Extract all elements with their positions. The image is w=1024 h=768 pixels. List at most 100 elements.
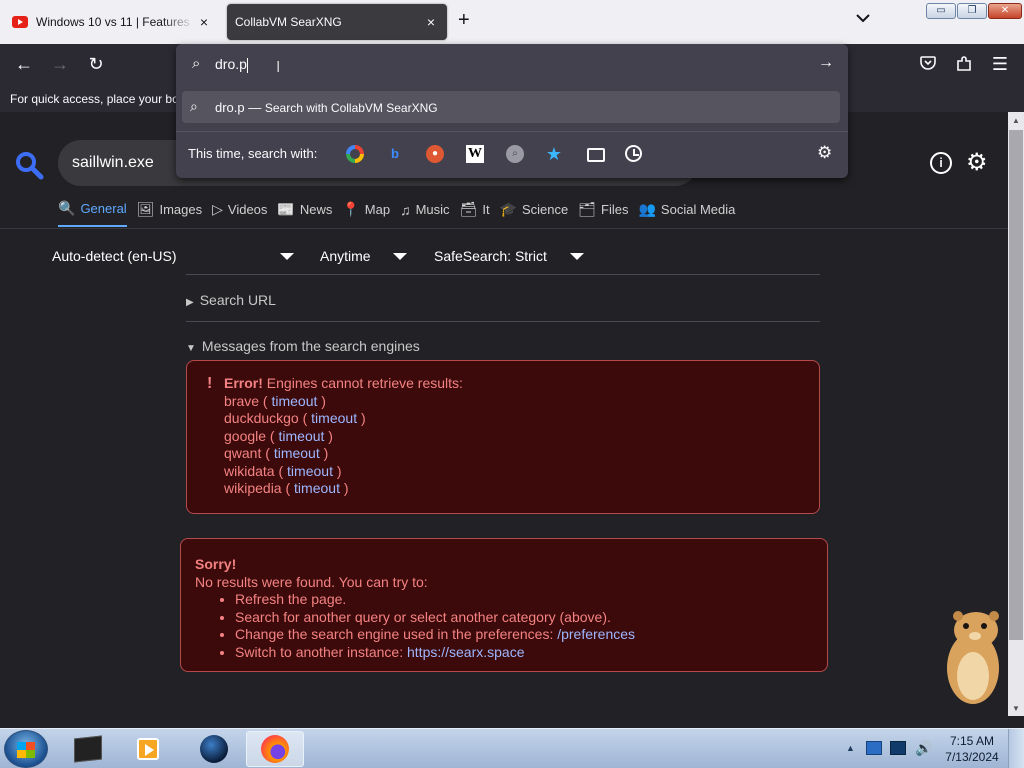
error-reason-link[interactable]: timeout xyxy=(279,428,325,444)
google-icon[interactable] xyxy=(346,145,364,163)
safesearch-value: SafeSearch: Strict xyxy=(434,248,547,264)
network-monitor-icon[interactable] xyxy=(890,741,906,755)
searxng-logo-icon[interactable] xyxy=(14,150,44,180)
error-heading: Error! Engines cannot retrieve results: xyxy=(224,375,819,393)
wikipedia-icon[interactable]: W xyxy=(466,145,484,163)
engine-messages-toggle[interactable]: ▼ Messages from the search engines xyxy=(186,338,420,354)
show-desktop-button[interactable] xyxy=(1008,729,1024,768)
search-url-toggle[interactable]: ▶ Search URL xyxy=(186,292,276,308)
minimize-button[interactable]: ▭ xyxy=(926,3,956,19)
action-center-icon[interactable] xyxy=(866,741,882,755)
history-icon[interactable] xyxy=(625,145,642,162)
error-reason-link[interactable]: timeout xyxy=(311,410,357,426)
time-range-select[interactable]: Anytime xyxy=(320,248,410,264)
maximize-button[interactable]: ❐ xyxy=(957,3,987,19)
bookmarks-star-icon[interactable]: ★ xyxy=(545,145,563,163)
tab-it[interactable]: 🗃 It xyxy=(460,200,490,227)
chevron-down-icon[interactable] xyxy=(856,12,870,26)
suggestion-text: Change the search engine used in the pre… xyxy=(235,626,558,642)
tab-label: It xyxy=(482,202,490,217)
tab-strip: Windows 10 vs 11 | Features & More × Col… xyxy=(0,0,1024,44)
error-text: Engines cannot retrieve results: xyxy=(266,375,463,391)
scrollbar-thumb[interactable] xyxy=(1009,130,1023,640)
error-reason-link[interactable]: timeout xyxy=(287,463,333,479)
graduation-cap-icon: 🎓 xyxy=(499,201,517,217)
puzzle-icon[interactable] xyxy=(952,56,976,76)
language-select[interactable]: Auto-detect (en-US) xyxy=(52,248,296,264)
forward-button[interactable]: → xyxy=(48,54,72,75)
scroll-up-icon[interactable]: ▲ xyxy=(1012,116,1020,125)
suggestion-description: Search with CollabVM SearXNG xyxy=(264,101,438,115)
search-settings-gear-icon[interactable]: ⚙ xyxy=(817,143,832,163)
safesearch-select[interactable]: SafeSearch: Strict xyxy=(434,248,586,264)
youtube-icon xyxy=(12,16,28,28)
suggestion-text: Refresh the page. xyxy=(235,591,347,607)
layers-icon: 🗃 xyxy=(459,201,478,217)
preferences-link[interactable]: /preferences xyxy=(557,626,635,642)
tab-label: Images xyxy=(159,202,203,217)
firefox-icon[interactable] xyxy=(246,731,304,767)
pocket-icon[interactable] xyxy=(916,56,940,75)
searx-icon[interactable]: ⌕ xyxy=(506,145,524,163)
tab-news[interactable]: 📰 News xyxy=(277,200,332,227)
tab-label: Files xyxy=(601,202,629,217)
tab-videos[interactable]: ▷ Videos xyxy=(212,200,267,227)
dropdown-arrow-icon xyxy=(570,253,584,260)
suggestion-text: Switch to another instance: xyxy=(235,643,407,660)
searx-space-link[interactable]: https://searx.space xyxy=(407,644,525,660)
tab-windows-10-vs-11[interactable]: Windows 10 vs 11 | Features & More × xyxy=(4,4,220,40)
close-icon[interactable]: × xyxy=(421,14,441,30)
hamburger-menu-icon[interactable]: ☰ xyxy=(988,54,1012,75)
tab-music[interactable]: ♫ Music xyxy=(400,200,449,227)
duckduckgo-icon[interactable]: ● xyxy=(426,145,444,163)
back-button[interactable]: ← xyxy=(12,54,36,75)
tab-images[interactable]: 🖼 Images xyxy=(137,200,202,227)
language-value: Auto-detect (en-US) xyxy=(52,248,177,264)
bing-icon[interactable]: b xyxy=(386,145,404,163)
info-icon[interactable]: i xyxy=(930,152,952,174)
search-suggestion-row[interactable]: ⌕ dro.p — Search with CollabVM SearXNG xyxy=(182,91,840,123)
category-tabs: 🔍 General 🖼 Images ▷ Videos 📰 News 📍 Map ♫ Mus… xyxy=(58,200,745,227)
error-reason-link[interactable]: timeout xyxy=(274,445,320,461)
urlbar-popup: ⌕ dro.p I → ⌕ dro.p — Search with Collab… xyxy=(176,44,848,178)
engine-name: duckduckgo xyxy=(224,410,299,426)
triangle-right-icon: ▶ xyxy=(186,297,194,308)
tab-map[interactable]: 📍 Map xyxy=(342,200,390,227)
close-icon[interactable]: × xyxy=(194,14,214,30)
engine-error-row: qwant ( timeout ) xyxy=(224,445,329,461)
tab-title: CollabVM SearXNG xyxy=(235,15,342,29)
media-player-icon[interactable] xyxy=(120,731,176,767)
terminal-icon[interactable] xyxy=(60,731,116,767)
show-hidden-icons-button[interactable]: ▲ xyxy=(846,743,855,753)
tab-science[interactable]: 🎓 Science xyxy=(500,200,569,227)
divider xyxy=(176,131,848,132)
error-reason-link[interactable]: timeout xyxy=(271,393,317,409)
tab-social-media[interactable]: 👥 Social Media xyxy=(638,200,735,227)
tab-label: Map xyxy=(364,202,391,217)
close-window-button[interactable]: ✕ xyxy=(988,3,1022,19)
volume-icon[interactable]: 🔊 xyxy=(915,740,932,756)
reload-button[interactable]: ↻ xyxy=(84,54,108,75)
engine-name: google xyxy=(224,427,267,444)
tabs-icon[interactable] xyxy=(586,145,605,163)
globe-icon[interactable] xyxy=(186,731,242,767)
time-range-value: Anytime xyxy=(320,248,371,264)
hamster-mascot-icon xyxy=(947,611,999,704)
dropdown-arrow-icon xyxy=(280,253,294,260)
error-reason-link[interactable]: timeout xyxy=(294,480,340,496)
go-arrow-button[interactable]: → xyxy=(818,54,834,72)
error-title: Error! xyxy=(224,375,263,391)
start-button[interactable] xyxy=(4,730,48,768)
tab-collabvm-searxng[interactable]: CollabVM SearXNG × xyxy=(227,4,447,40)
tab-files[interactable]: 🗂 Files xyxy=(578,200,628,227)
preferences-gear-icon[interactable]: ⚙ xyxy=(966,148,988,177)
text-caret xyxy=(246,57,248,73)
scroll-down-icon[interactable]: ▼ xyxy=(1012,704,1020,713)
tab-general[interactable]: 🔍 General xyxy=(58,200,127,227)
new-tab-button[interactable]: + xyxy=(458,9,470,32)
newspaper-icon: 📰 xyxy=(277,201,295,217)
tab-label: Music xyxy=(415,202,450,217)
system-clock[interactable]: 7:15 AM 7/13/2024 xyxy=(944,733,1000,765)
url-input[interactable]: ⌕ dro.p xyxy=(184,50,840,80)
url-input-value: dro.p xyxy=(215,56,247,72)
